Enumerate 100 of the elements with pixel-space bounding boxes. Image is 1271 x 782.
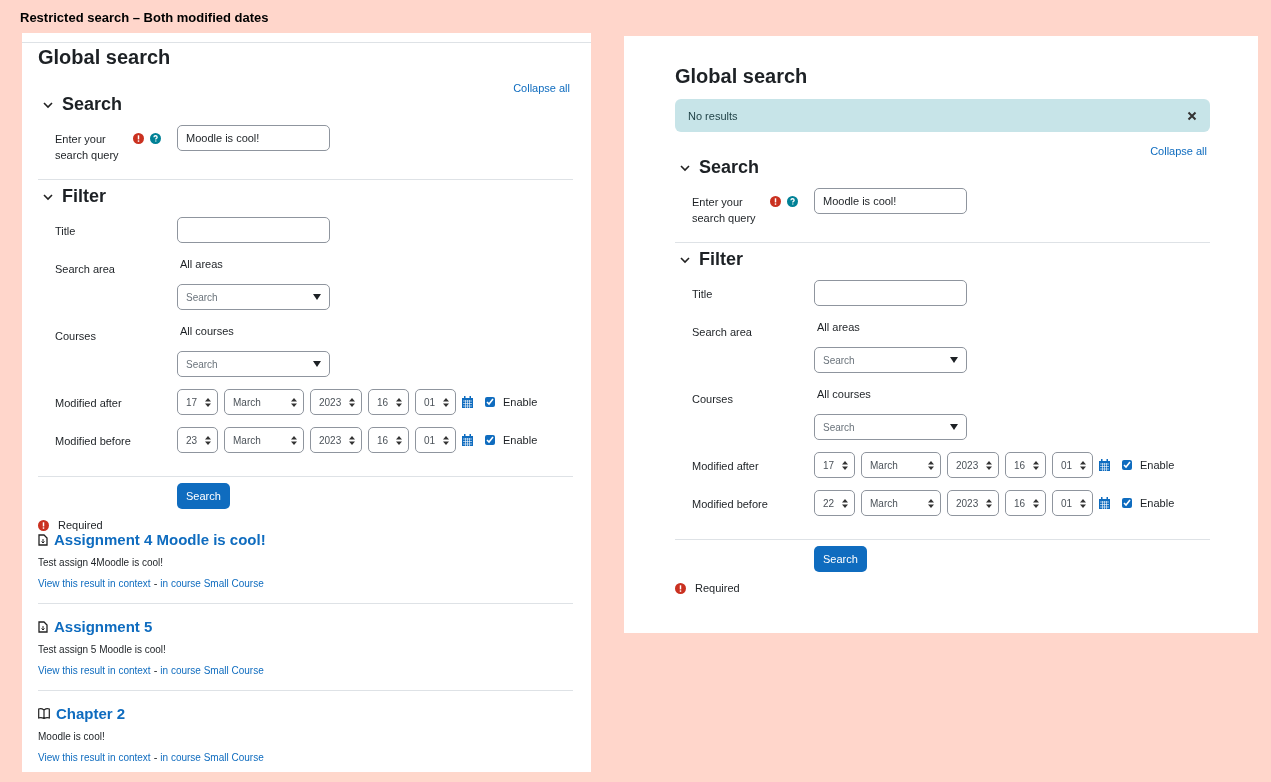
field-label: Modified before bbox=[55, 434, 132, 449]
dropdown-arrow-icon bbox=[313, 294, 321, 300]
month-select[interactable]: March bbox=[861, 490, 941, 516]
context-link[interactable]: View this result in context bbox=[38, 577, 151, 589]
enable-checkbox[interactable] bbox=[1122, 498, 1132, 508]
search-select[interactable]: Search bbox=[814, 347, 967, 373]
enable-label: Enable bbox=[503, 434, 538, 446]
field-label: Enter your search query bbox=[55, 132, 120, 163]
separator-text: - bbox=[153, 751, 158, 763]
result-title-link[interactable]: Assignment 4 Moodle is cool! bbox=[54, 531, 266, 548]
year-select[interactable]: 2023 bbox=[947, 452, 999, 478]
required-note: Required bbox=[695, 581, 740, 594]
spinner-icon bbox=[291, 397, 297, 407]
close-button[interactable] bbox=[1186, 109, 1198, 122]
spinner-icon bbox=[1033, 498, 1039, 508]
spinner-icon bbox=[396, 397, 402, 407]
spinner-icon bbox=[986, 498, 992, 508]
result-snippet: Moodle is cool! bbox=[38, 731, 106, 742]
page-title: Global search bbox=[38, 45, 172, 69]
required-icon bbox=[675, 583, 686, 594]
section-title: Filter bbox=[62, 186, 106, 207]
minute-select[interactable]: 01 bbox=[415, 389, 456, 415]
hour-select[interactable]: 16 bbox=[1005, 490, 1046, 516]
collapse-all-link[interactable]: Collapse all bbox=[1150, 145, 1207, 157]
text-input[interactable]: Moodle is cool! bbox=[814, 188, 967, 214]
document-icon bbox=[38, 620, 48, 633]
spinner-icon bbox=[1080, 460, 1086, 470]
hour-select[interactable]: 16 bbox=[368, 427, 409, 453]
month-select[interactable]: March bbox=[224, 427, 304, 453]
dropdown-arrow-icon bbox=[950, 357, 958, 363]
context-link[interactable]: View this result in context bbox=[38, 751, 151, 763]
hour-select[interactable]: 16 bbox=[1005, 452, 1046, 478]
minute-select[interactable]: 01 bbox=[415, 427, 456, 453]
hour-select[interactable]: 16 bbox=[368, 389, 409, 415]
spinner-icon bbox=[349, 397, 355, 407]
field-label: Modified before bbox=[692, 497, 769, 512]
search-select[interactable]: Search bbox=[814, 414, 967, 440]
search-button[interactable]: Search bbox=[814, 546, 867, 572]
spinner-icon bbox=[1080, 498, 1086, 508]
document-icon bbox=[38, 533, 48, 546]
spinner-icon bbox=[205, 397, 211, 407]
spinner-icon bbox=[928, 460, 934, 470]
year-select[interactable]: 2023 bbox=[947, 490, 999, 516]
spinner-icon bbox=[205, 435, 211, 445]
day-select[interactable]: 22 bbox=[814, 490, 855, 516]
collapse-all-link[interactable]: Collapse all bbox=[513, 82, 570, 94]
result-title-link[interactable]: Chapter 2 bbox=[56, 705, 126, 722]
help-icon[interactable] bbox=[150, 133, 161, 144]
text-input[interactable]: Moodle is cool! bbox=[177, 125, 330, 151]
result-title-link[interactable]: Assignment 5 bbox=[54, 618, 153, 635]
month-select[interactable]: March bbox=[861, 452, 941, 478]
result-snippet: Test assign 4Moodle is cool! bbox=[38, 557, 165, 568]
text-input[interactable] bbox=[814, 280, 967, 306]
field-label: Title bbox=[55, 224, 77, 239]
enable-checkbox[interactable] bbox=[485, 397, 495, 407]
text-input[interactable] bbox=[177, 217, 330, 243]
year-select[interactable]: 2023 bbox=[310, 389, 362, 415]
spinner-icon bbox=[396, 435, 402, 445]
field-label: Title bbox=[692, 287, 714, 302]
separator-text: - bbox=[153, 664, 158, 676]
search-select[interactable]: Search bbox=[177, 351, 330, 377]
calendar-icon[interactable] bbox=[462, 396, 473, 408]
course-link[interactable]: in course Small Course bbox=[160, 751, 264, 763]
selection-text: All areas bbox=[179, 257, 224, 270]
field-label: Search area bbox=[55, 262, 116, 277]
spinner-icon bbox=[842, 460, 848, 470]
calendar-icon[interactable] bbox=[1099, 459, 1110, 471]
dropdown-arrow-icon bbox=[313, 361, 321, 367]
required-note: Required bbox=[58, 518, 103, 531]
separator-text: - bbox=[153, 577, 158, 589]
minute-select[interactable]: 01 bbox=[1052, 490, 1093, 516]
day-select[interactable]: 17 bbox=[177, 389, 218, 415]
spinner-icon bbox=[842, 498, 848, 508]
enable-label: Enable bbox=[1140, 459, 1175, 471]
spinner-icon bbox=[1033, 460, 1039, 470]
day-select[interactable]: 23 bbox=[177, 427, 218, 453]
course-link[interactable]: in course Small Course bbox=[160, 664, 264, 676]
page-caption: Restricted search – Both modified dates bbox=[20, 10, 270, 25]
minute-select[interactable]: 01 bbox=[1052, 452, 1093, 478]
result-snippet: Test assign 5 Moodle is cool! bbox=[38, 644, 167, 655]
search-button[interactable]: Search bbox=[177, 483, 230, 509]
enable-checkbox[interactable] bbox=[485, 435, 495, 445]
enable-label: Enable bbox=[503, 396, 538, 408]
calendar-icon[interactable] bbox=[1099, 497, 1110, 509]
course-link[interactable]: in course Small Course bbox=[160, 577, 264, 589]
year-select[interactable]: 2023 bbox=[310, 427, 362, 453]
help-icon[interactable] bbox=[787, 196, 798, 207]
spinner-icon bbox=[349, 435, 355, 445]
search-select[interactable]: Search bbox=[177, 284, 330, 310]
field-label: Modified after bbox=[692, 459, 760, 474]
selection-text: All areas bbox=[816, 320, 861, 333]
spinner-icon bbox=[443, 397, 449, 407]
alert-text: No results bbox=[688, 109, 738, 122]
calendar-icon[interactable] bbox=[462, 434, 473, 446]
section-title: Search bbox=[62, 94, 123, 115]
book-icon bbox=[38, 708, 50, 719]
month-select[interactable]: March bbox=[224, 389, 304, 415]
context-link[interactable]: View this result in context bbox=[38, 664, 151, 676]
day-select[interactable]: 17 bbox=[814, 452, 855, 478]
enable-checkbox[interactable] bbox=[1122, 460, 1132, 470]
